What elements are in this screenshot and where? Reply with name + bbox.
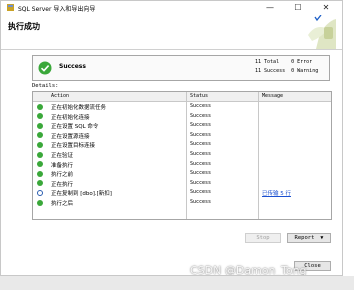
row-action: 正在执行 (51, 181, 74, 188)
wizard-window: SQL Server 导入和导出向导 — ☐ ✕ 执行成功 Success 11… (0, 0, 343, 276)
success-icon (37, 161, 43, 168)
column-message[interactable]: Message (262, 93, 283, 99)
summary-counts: 11 Total 0 Error 11 Success 0 Warning (255, 58, 318, 76)
close-window-button[interactable]: ✕ (319, 2, 333, 13)
table-row[interactable]: 正在初始化数据流任务 Success (33, 102, 331, 111)
summary-status: Success (59, 63, 86, 70)
success-icon (37, 151, 43, 158)
table-row[interactable]: 正在设置 SQL 命令 Success (33, 121, 331, 130)
success-icon (37, 132, 43, 139)
row-message-link[interactable]: 已传输 5 行 (262, 189, 291, 197)
row-action: 正在初始化数据流任务 (51, 105, 107, 111)
chevron-down-icon: ▼ (320, 235, 324, 241)
minimize-button[interactable]: — (263, 2, 277, 13)
row-action: 正在设置源连接 (51, 133, 90, 140)
row-action: 准备执行 (51, 162, 74, 169)
table-row[interactable]: 正在初始化连接 Success (33, 112, 331, 121)
success-icon (37, 170, 43, 177)
table-row[interactable]: 正在设置目标连接 Success (33, 140, 331, 149)
success-icon (37, 180, 43, 187)
table-row[interactable]: 正在复制到 [dbo].[新扣] Success 已传输 5 行 (33, 188, 331, 197)
success-icon (37, 199, 43, 206)
success-icon (37, 122, 43, 129)
title-bar: SQL Server 导入和导出向导 — ☐ ✕ (1, 1, 342, 15)
row-status: Success (190, 112, 212, 119)
row-status: Success (190, 179, 212, 186)
total-line: 11 Total 0 Error (255, 59, 313, 65)
success-line: 11 Success 0 Warning (255, 68, 319, 74)
summary-panel: Success 11 Total 0 Error 11 Success 0 War… (32, 55, 330, 81)
row-action: 执行之前 (51, 172, 74, 179)
row-action: 执行之后 (51, 201, 74, 207)
row-action: 正在设置目标连接 (51, 143, 96, 150)
row-status: Success (190, 131, 212, 138)
details-label: Details: (32, 83, 59, 89)
page-title: 执行成功 (8, 22, 40, 31)
row-action: 正在验证 (51, 153, 74, 159)
table-row[interactable]: 正在设置源连接 Success (33, 131, 331, 140)
table-row[interactable]: 准备执行 Success (33, 160, 331, 169)
header-separator (1, 49, 342, 50)
success-check-icon (38, 61, 52, 75)
row-status: Success (190, 122, 212, 129)
table-row[interactable]: 执行之后 Success (33, 198, 331, 207)
row-status: Success (190, 189, 212, 196)
table-row[interactable]: 正在验证 Success (33, 150, 331, 159)
watermark-text: CSDN @Damon_Tong (190, 264, 307, 276)
app-icon (7, 4, 14, 11)
details-grid[interactable]: Action Status Message 正在初始化数据流任务 Success 正… (32, 91, 332, 220)
table-row[interactable]: 执行之前 Success (33, 169, 331, 178)
row-action: 正在复制到 [dbo].[新扣] (51, 191, 112, 198)
row-status: Success (190, 160, 212, 167)
window-title: SQL Server 导入和导出向导 (18, 6, 96, 13)
info-icon (37, 189, 43, 196)
grid-header: Action Status Message (33, 92, 331, 102)
wizard-header: 执行成功 (1, 15, 342, 51)
row-action: 正在设置 SQL 命令 (51, 124, 99, 131)
row-status: Success (190, 103, 212, 109)
row-status: Success (190, 170, 212, 177)
row-action: 正在初始化连接 (51, 114, 90, 121)
row-status: Success (190, 199, 212, 205)
column-status[interactable]: Status (190, 93, 208, 99)
success-icon (37, 103, 43, 110)
wizard-banner-icon (308, 15, 336, 49)
table-row[interactable]: 正在执行 Success (33, 179, 331, 188)
stop-button[interactable]: Stop (245, 233, 281, 243)
column-action[interactable]: Action (51, 93, 69, 99)
row-status: Success (190, 141, 212, 148)
report-button-label: Report (294, 235, 315, 241)
success-icon (37, 113, 43, 120)
success-icon (37, 141, 43, 148)
report-button[interactable]: Report ▼ (287, 233, 331, 243)
taskbar (0, 276, 354, 290)
row-status: Success (190, 151, 212, 157)
maximize-button[interactable]: ☐ (291, 2, 305, 13)
